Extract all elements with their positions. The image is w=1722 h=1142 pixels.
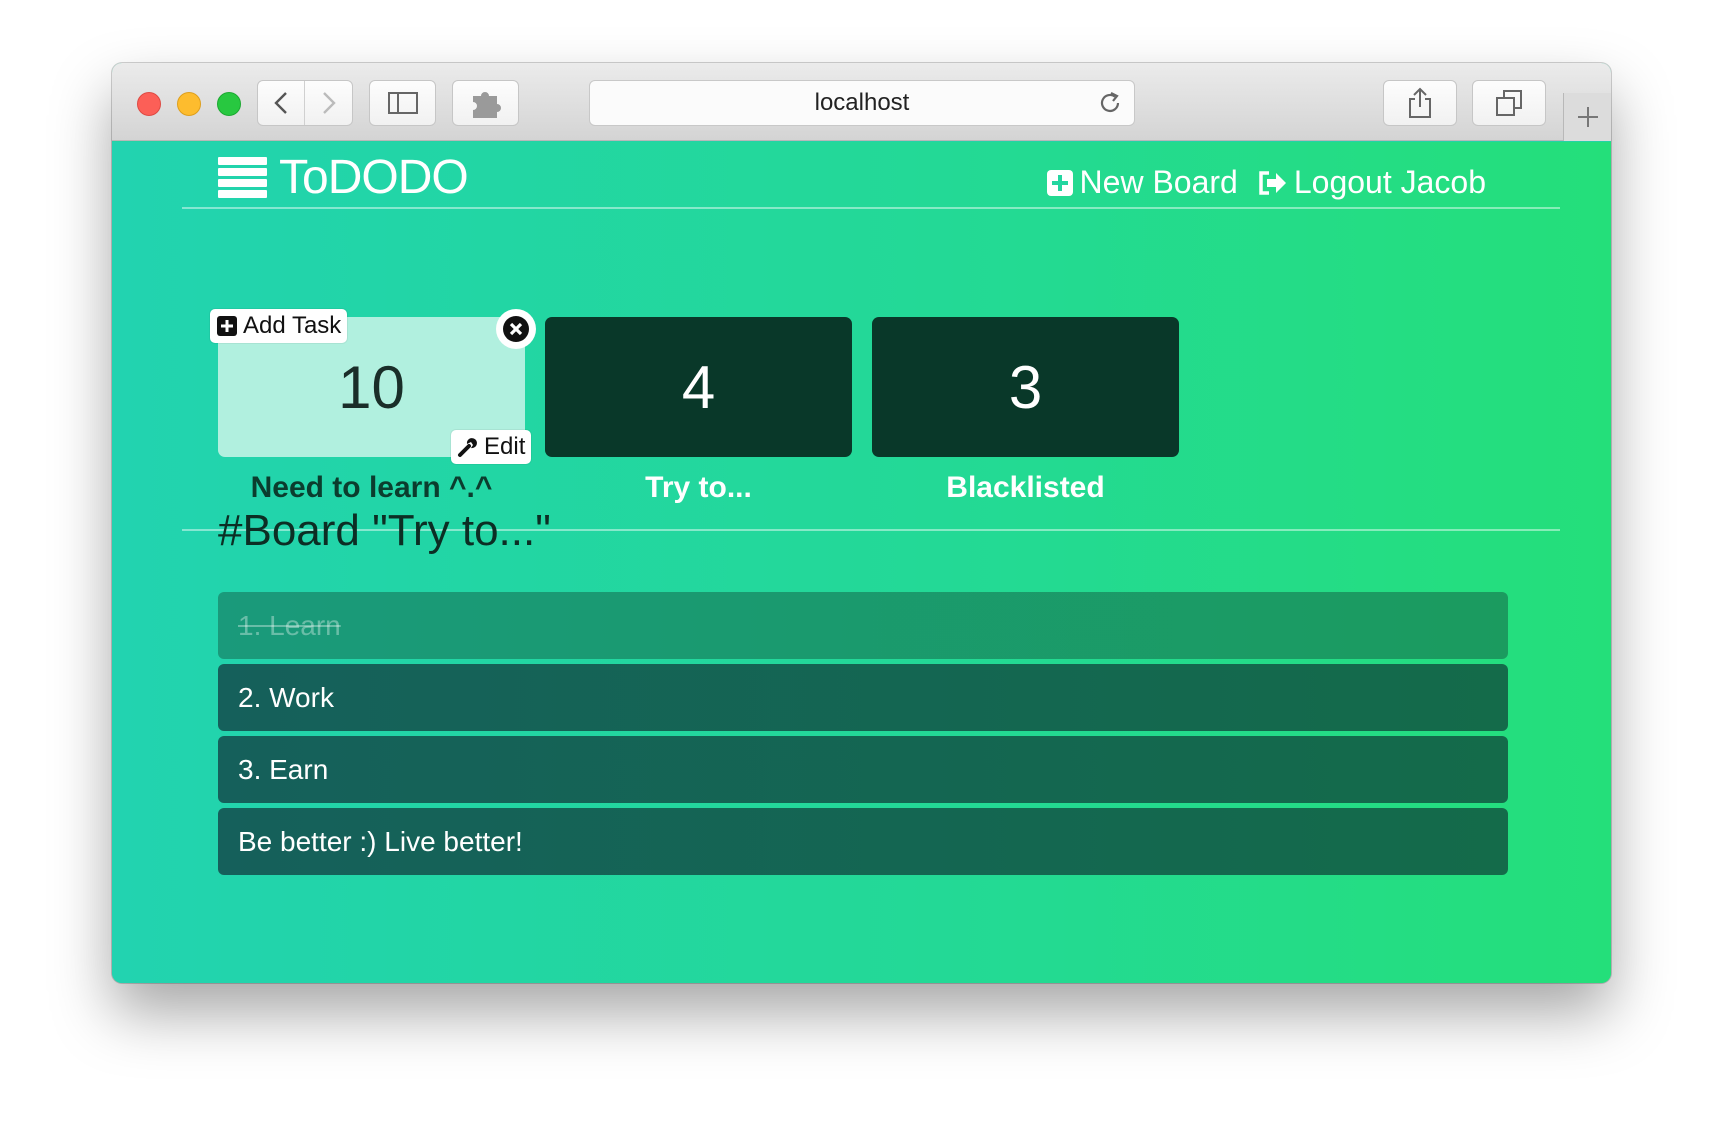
new-board-button[interactable]: New Board <box>1046 164 1238 201</box>
plus-icon <box>1577 107 1598 127</box>
task-item[interactable]: 1. Learn <box>218 592 1508 659</box>
zoom-window-button[interactable] <box>217 92 241 116</box>
task-item[interactable]: 3. Earn <box>218 736 1508 803</box>
sidebar-button[interactable] <box>369 80 436 126</box>
task-text: 2. Work <box>238 681 334 713</box>
reload-icon[interactable] <box>1096 89 1124 117</box>
back-forward-group <box>257 80 353 126</box>
add-task-label: Add Task <box>243 312 342 339</box>
board-label[interactable]: Need to learn ^.^ <box>218 471 525 505</box>
chevron-left-icon <box>274 92 287 114</box>
app-content: ToDODO New Board Logout Jacob 10 Need to… <box>112 142 1611 983</box>
close-circle-icon <box>503 316 529 342</box>
tabs-icon <box>1496 90 1522 116</box>
board-task-count: 10 <box>338 353 405 421</box>
board-task-count: 4 <box>681 353 716 421</box>
extension-button[interactable] <box>452 80 519 126</box>
browser-toolbar: localhost <box>112 63 1611 141</box>
list-icon <box>218 157 267 198</box>
brand[interactable]: ToDODO <box>218 150 469 204</box>
sidebar-icon <box>387 92 418 114</box>
add-task-button[interactable]: Add Task <box>210 309 348 343</box>
new-board-label: New Board <box>1079 164 1238 200</box>
share-button[interactable] <box>1383 80 1457 126</box>
top-nav: New Board Logout Jacob <box>1046 164 1486 201</box>
board-task-count: 3 <box>1008 353 1043 421</box>
plus-square-icon <box>1046 169 1073 196</box>
browser-window: localhost ToDODO New Board Logout Jacob … <box>112 63 1611 983</box>
address-bar[interactable]: localhost <box>589 80 1135 126</box>
task-item[interactable]: 2. Work <box>218 664 1508 731</box>
board-label[interactable]: Try to... <box>545 471 852 505</box>
edit-label: Edit <box>484 433 526 460</box>
task-item[interactable]: Be better :) Live better! <box>218 808 1508 875</box>
logout-icon <box>1259 170 1286 195</box>
task-list: 1. Learn 2. Work 3. Earn Be better :) Li… <box>218 592 1508 880</box>
task-text: 1. Learn <box>238 609 341 641</box>
brand-title: ToDODO <box>279 150 469 204</box>
board-heading: #Board "Try to..." <box>218 506 551 555</box>
edit-board-button[interactable]: Edit <box>451 430 532 464</box>
logout-label: Logout Jacob <box>1293 164 1486 200</box>
puzzle-icon <box>472 92 501 118</box>
plus-square-icon <box>217 316 237 336</box>
task-text: Be better :) Live better! <box>238 825 523 857</box>
minimize-window-button[interactable] <box>177 92 201 116</box>
back-button[interactable] <box>258 81 306 125</box>
delete-board-button[interactable] <box>496 309 536 349</box>
forward-button[interactable] <box>305 81 352 125</box>
board-label[interactable]: Blacklisted <box>872 471 1179 505</box>
tabs-overview-button[interactable] <box>1472 80 1546 126</box>
close-window-button[interactable] <box>137 92 161 116</box>
wrench-icon <box>458 438 477 457</box>
chevron-right-icon <box>322 92 336 114</box>
board-tile[interactable]: 4 <box>545 317 852 457</box>
url-text: localhost <box>814 89 910 116</box>
share-icon <box>1409 87 1431 118</box>
logout-button[interactable]: Logout Jacob <box>1258 164 1486 201</box>
task-text: 3. Earn <box>238 753 329 785</box>
board-tile[interactable]: 3 <box>872 317 1179 457</box>
header-divider <box>182 207 1560 209</box>
new-tab-button[interactable] <box>1563 93 1611 141</box>
